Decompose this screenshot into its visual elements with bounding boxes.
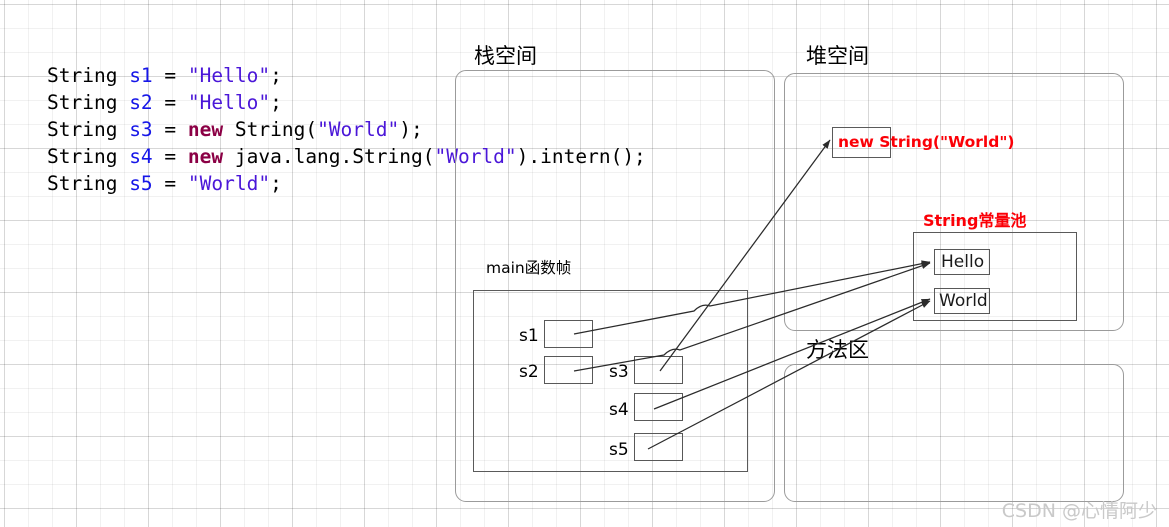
- variable-slot-s1[interactable]: [544, 320, 593, 348]
- code-token: =: [152, 172, 188, 195]
- code-token: =: [152, 64, 188, 87]
- code-token: s2: [129, 91, 153, 114]
- code-token: new: [187, 145, 224, 168]
- code-token: String: [47, 91, 130, 114]
- pool-entry-hello-text: Hello: [941, 252, 985, 272]
- pool-entry-world-text: World: [939, 291, 988, 311]
- code-token: new: [187, 118, 224, 141]
- variable-label-s1: s1: [519, 326, 539, 346]
- variable-label-s4: s4: [609, 400, 629, 420]
- variable-slot-s4[interactable]: [634, 393, 683, 421]
- code-token: =: [152, 145, 188, 168]
- variable-slot-s3[interactable]: [634, 356, 683, 384]
- code-token: s4: [129, 145, 153, 168]
- variable-label-s3: s3: [609, 362, 629, 382]
- diagram-canvas: String s1 = "Hello"; String s2 = "Hello";…: [0, 0, 1169, 527]
- code-token: ;: [270, 172, 282, 195]
- code-token: s1: [129, 64, 153, 87]
- code-token: String: [47, 172, 130, 195]
- code-token: =: [152, 118, 188, 141]
- heap-object-label: new String("World"): [838, 133, 1015, 151]
- code-token: ;: [270, 91, 282, 114]
- main-frame-title: main函数帧: [486, 259, 572, 277]
- variable-slot-s2[interactable]: [544, 356, 593, 384]
- code-token: "World": [187, 172, 271, 195]
- variable-label-s2: s2: [519, 362, 539, 382]
- code-token: String: [47, 145, 130, 168]
- code-token: "World": [317, 118, 400, 141]
- code-token: java.lang.String(: [223, 145, 435, 168]
- code-token: s5: [129, 172, 153, 195]
- variable-label-s5: s5: [609, 440, 629, 460]
- method-area-region: [784, 364, 1124, 502]
- watermark: CSDN @心情阿少: [1001, 500, 1157, 522]
- string-pool-title: String常量池: [923, 211, 1027, 230]
- heap-region-title: 堆空间: [806, 44, 869, 68]
- code-token: );: [399, 118, 423, 141]
- method-area-region-title: 方法区: [806, 338, 869, 362]
- code-token: s3: [129, 118, 153, 141]
- code-token: String: [47, 118, 130, 141]
- code-token: ;: [270, 64, 282, 87]
- code-token: "Hello": [187, 64, 271, 87]
- code-token: String(: [223, 118, 318, 141]
- code-token: =: [152, 91, 188, 114]
- code-token: String: [47, 64, 130, 87]
- code-token: "Hello": [187, 91, 271, 114]
- variable-slot-s5[interactable]: [634, 433, 683, 461]
- stack-region-title: 栈空间: [474, 44, 537, 68]
